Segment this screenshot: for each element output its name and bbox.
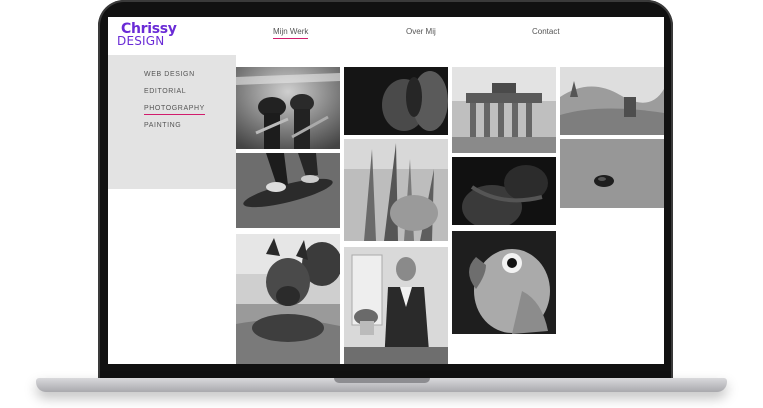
category-sidebar: WEB DESIGN EDITORIAL PHOTOGRAPHY PAINTIN…	[108, 55, 236, 189]
active-nav-underline	[273, 38, 309, 39]
laptop-screen: Chrissy DESIGN Mijn Werk Over Mij Contac…	[108, 17, 664, 364]
photo-brandenburg-gate-icon	[452, 67, 556, 153]
site-header: Chrissy DESIGN Mijn Werk Over Mij Contac…	[108, 17, 664, 55]
photo-skateboard-feet-icon	[236, 153, 340, 228]
photo-dog[interactable]	[236, 234, 340, 364]
nav-label: Over Mij	[406, 27, 436, 36]
category-label: PAINTING	[144, 122, 182, 129]
category-editorial[interactable]: EDITORIAL	[144, 88, 186, 95]
photo-dog-icon	[236, 234, 340, 364]
category-label: PHOTOGRAPHY	[144, 105, 205, 112]
nav-link-contact[interactable]: Contact	[532, 27, 560, 36]
nav-link-over-mij[interactable]: Over Mij	[406, 27, 436, 36]
photo-neck-closeup[interactable]	[452, 157, 556, 225]
photo-parrot[interactable]	[452, 231, 556, 334]
photo-man-with-plant-icon	[344, 247, 448, 364]
category-web-design[interactable]: WEB DESIGN	[144, 71, 195, 78]
nav-link-mijn-werk[interactable]: Mijn Werk	[273, 27, 309, 39]
active-category-underline	[144, 114, 205, 115]
photo-stone-on-sand[interactable]	[560, 139, 664, 208]
photo-guitarists-icon	[236, 67, 340, 149]
category-label: WEB DESIGN	[144, 71, 195, 78]
nav-label: Mijn Werk	[273, 27, 309, 36]
photo-grass-closeup[interactable]	[344, 139, 448, 241]
photo-neck-closeup-icon	[452, 157, 556, 225]
photo-brandenburg-gate[interactable]	[452, 67, 556, 153]
photo-gallery	[236, 65, 664, 364]
photo-man-with-plant[interactable]	[344, 247, 448, 364]
laptop-notch	[334, 378, 430, 383]
category-painting[interactable]: PAINTING	[144, 122, 181, 129]
photo-stone-on-sand-icon	[560, 139, 664, 208]
photo-dunes[interactable]	[560, 67, 664, 135]
photo-guitarists[interactable]	[236, 67, 340, 149]
site-logo[interactable]: Chrissy DESIGN	[117, 22, 177, 47]
photo-dunes-icon	[560, 67, 664, 135]
photo-parrot-icon	[452, 231, 556, 334]
category-label: EDITORIAL	[144, 88, 187, 95]
photo-bare-back-icon	[344, 67, 448, 135]
category-photography[interactable]: PHOTOGRAPHY	[144, 105, 205, 115]
nav-label: Contact	[532, 27, 560, 36]
photo-grass-closeup-icon	[344, 139, 448, 241]
photo-skateboard[interactable]	[236, 153, 340, 228]
photo-bare-back[interactable]	[344, 67, 448, 135]
